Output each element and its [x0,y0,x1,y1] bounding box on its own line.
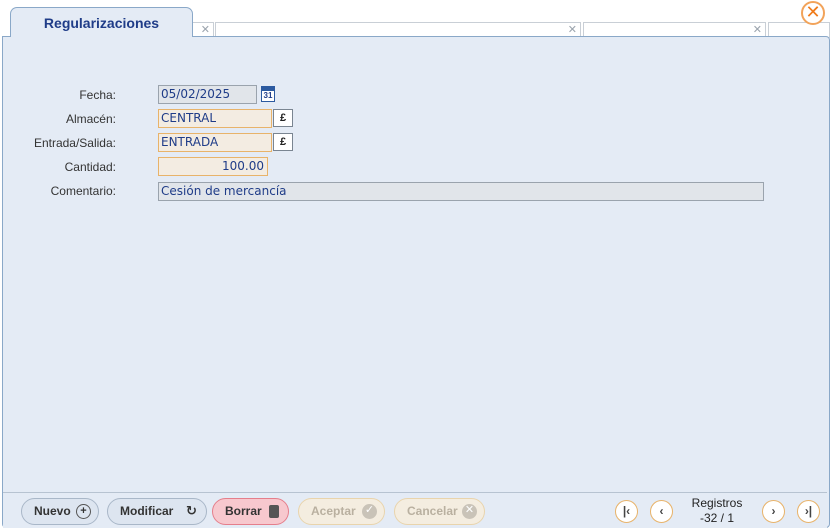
entrada-salida-input[interactable]: ENTRADA [158,133,272,152]
tab-close-icon[interactable]: ✕ [753,24,762,36]
fecha-label: Fecha: [79,88,116,102]
x-circle-icon: ✕ [462,504,477,519]
check-circle-icon: ✓ [362,504,377,519]
form-panel: Fecha: 05/02/2025 31 Almacén: CENTRAL £ … [2,36,830,528]
trash-icon [269,505,279,518]
almacen-label: Almacén: [65,112,116,126]
footer-toolbar: Nuevo + Modificar ↻ Borrar Aceptar ✓ Can… [3,492,827,528]
almacen-input[interactable]: CENTRAL [158,109,272,128]
almacen-lookup-icon[interactable]: £ [273,109,293,127]
registros-counter: Registros -32 / 1 [681,496,753,526]
cantidad-label: Cantidad: [64,160,116,174]
close-icon[interactable]: ✕ [801,1,825,25]
comentario-label: Comentario: [50,184,116,198]
refresh-icon: ↻ [186,503,197,518]
plus-circle-icon: + [76,504,91,519]
entrada-salida-label: Entrada/Salida: [33,136,116,150]
next-icon[interactable]: › [762,500,785,523]
cantidad-input[interactable]: 100.00 [158,157,268,176]
prev-icon[interactable]: ‹ [650,500,673,523]
nuevo-button[interactable]: Nuevo + [21,498,99,525]
cancelar-label: Cancelar [407,504,458,518]
borrar-button[interactable]: Borrar [212,498,289,525]
modificar-button[interactable]: Modificar ↻ [107,498,207,525]
borrar-label: Borrar [225,504,262,518]
registros-value: -32 / 1 [699,511,735,525]
tab-close-icon[interactable]: ✕ [201,24,210,36]
entrada-salida-lookup-icon[interactable]: £ [273,133,293,151]
aceptar-button[interactable]: Aceptar ✓ [298,498,385,525]
registros-label: Registros [691,496,743,510]
aceptar-label: Aceptar [311,504,356,518]
calendar-icon[interactable]: 31 [261,86,275,102]
cancelar-button[interactable]: Cancelar ✕ [394,498,485,525]
fecha-input[interactable]: 05/02/2025 [158,85,257,104]
tab-regularizaciones[interactable]: Regularizaciones [10,7,193,37]
comentario-input[interactable]: Cesión de mercancía [158,182,764,201]
last-page-icon[interactable]: ›| [797,500,820,523]
first-page-icon[interactable]: |‹ [615,500,638,523]
modificar-label: Modificar [120,504,174,518]
nuevo-label: Nuevo [34,504,71,518]
tab-close-icon[interactable]: ✕ [568,24,577,36]
